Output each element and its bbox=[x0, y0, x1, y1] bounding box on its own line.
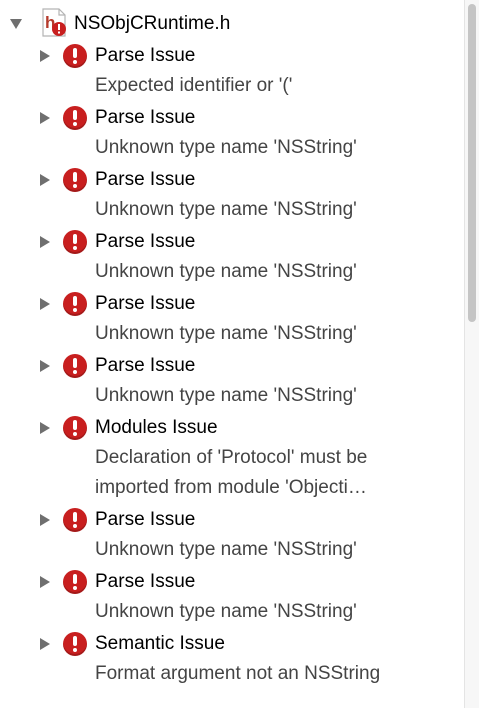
disclosure-triangle-icon[interactable] bbox=[40, 236, 50, 248]
issue-message: Unknown type name 'NSString' bbox=[95, 137, 357, 158]
issue-title: Parse Issue bbox=[95, 293, 196, 314]
error-icon bbox=[63, 570, 87, 594]
issue-title: Parse Issue bbox=[95, 355, 196, 376]
issue-message: imported from module 'Objecti… bbox=[95, 477, 367, 498]
header-file-error-icon: h bbox=[42, 8, 66, 37]
disclosure-triangle-icon[interactable] bbox=[40, 298, 50, 310]
file-row[interactable]: h NSObjCRuntime.h bbox=[0, 0, 460, 50]
disclosure-triangle-icon[interactable] bbox=[40, 514, 50, 526]
disclosure-triangle-icon[interactable] bbox=[40, 50, 50, 62]
issue-title: Parse Issue bbox=[95, 231, 196, 252]
error-icon bbox=[63, 416, 87, 440]
issue-navigator: h NSObjCRuntime.h Parse Issue Expected id… bbox=[0, 0, 479, 708]
disclosure-triangle-icon[interactable] bbox=[40, 638, 50, 650]
issue-message: Unknown type name 'NSString' bbox=[95, 261, 357, 282]
error-icon bbox=[63, 44, 87, 68]
disclosure-triangle-icon[interactable] bbox=[10, 19, 22, 29]
issue-title: Semantic Issue bbox=[95, 633, 225, 654]
issue-message: Unknown type name 'NSString' bbox=[95, 601, 357, 622]
vertical-scrollbar[interactable] bbox=[464, 0, 479, 708]
error-icon bbox=[63, 106, 87, 130]
error-icon bbox=[63, 508, 87, 532]
issue-message: Unknown type name 'NSString' bbox=[95, 199, 357, 220]
error-icon bbox=[63, 632, 87, 656]
error-icon bbox=[63, 230, 87, 254]
issue-title: Parse Issue bbox=[95, 169, 196, 190]
issue-message: Format argument not an NSString bbox=[95, 663, 381, 684]
disclosure-triangle-icon[interactable] bbox=[40, 112, 50, 124]
issue-title: Parse Issue bbox=[95, 45, 196, 66]
issue-title: Parse Issue bbox=[95, 571, 196, 592]
disclosure-triangle-icon[interactable] bbox=[40, 174, 50, 186]
error-icon bbox=[63, 292, 87, 316]
scrollbar-thumb[interactable] bbox=[468, 4, 476, 322]
disclosure-triangle-icon[interactable] bbox=[40, 422, 50, 434]
issue-title: Parse Issue bbox=[95, 107, 196, 128]
issue-title: Parse Issue bbox=[95, 509, 196, 530]
file-name: NSObjCRuntime.h bbox=[74, 13, 231, 34]
error-icon bbox=[63, 168, 87, 192]
issue-title: Modules Issue bbox=[95, 417, 218, 438]
disclosure-triangle-icon[interactable] bbox=[40, 360, 50, 372]
disclosure-triangle-icon[interactable] bbox=[40, 576, 50, 588]
issue-message: Expected identifier or '(' bbox=[95, 75, 293, 96]
issue-message: Unknown type name 'NSString' bbox=[95, 323, 357, 344]
error-icon bbox=[63, 354, 87, 378]
issue-message: Declaration of 'Protocol' must be bbox=[95, 447, 368, 468]
issue-message: Unknown type name 'NSString' bbox=[95, 539, 357, 560]
issue-message: Unknown type name 'NSString' bbox=[95, 385, 357, 406]
